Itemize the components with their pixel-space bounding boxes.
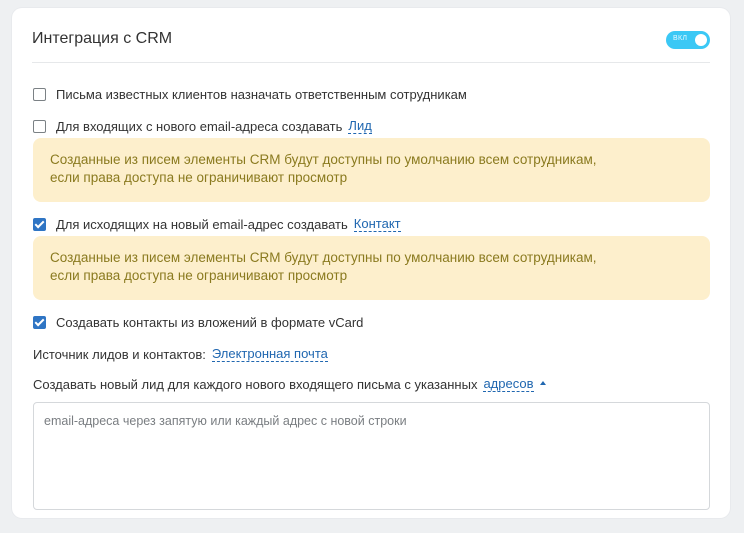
option-outgoing-create[interactable]: Для исходящих на новый email-адрес созда… — [33, 216, 401, 232]
source-value-link[interactable]: Электронная почта — [211, 346, 328, 362]
option-vcard-contacts[interactable]: Создавать контакты из вложений в формате… — [33, 315, 363, 330]
outgoing-entity-link[interactable]: Контакт — [353, 216, 401, 232]
email-addresses-input[interactable] — [33, 402, 710, 510]
caret-up-icon[interactable] — [539, 381, 546, 385]
option-label: Для входящих с нового email-адреса созда… — [56, 118, 343, 134]
section-header: Интеграция с CRM ВКЛ — [32, 30, 710, 63]
option-label: Для исходящих на новый email-адрес созда… — [56, 216, 348, 232]
option-assign-responsible[interactable]: Письма известных клиентов назначать отве… — [33, 87, 467, 102]
source-label: Источник лидов и контактов: — [33, 346, 206, 362]
crm-integration-card: Интеграция с CRM ВКЛ Письма известных кл… — [12, 8, 730, 518]
notice-outgoing: Созданные из писем элементы CRM будут до… — [33, 236, 710, 300]
toggle-label: ВКЛ — [673, 35, 688, 42]
option-label: Создавать контакты из вложений в формате… — [56, 315, 364, 330]
checkbox-assign-responsible[interactable] — [33, 88, 46, 101]
notice-line-2: если права доступа не ограничивают просм… — [50, 170, 348, 185]
notice-line-2: если права доступа не ограничивают просм… — [50, 268, 348, 283]
incoming-entity-link[interactable]: Лид — [348, 118, 372, 134]
notice-line-1: Созданные из писем элементы CRM будут до… — [50, 250, 597, 265]
notice-incoming: Созданные из писем элементы CRM будут до… — [33, 138, 710, 202]
checkbox-outgoing-create[interactable] — [33, 217, 46, 231]
option-incoming-create[interactable]: Для входящих с нового email-адреса созда… — [33, 118, 372, 134]
toggle-knob — [695, 34, 707, 46]
source-row: Источник лидов и контактов: Электронная … — [33, 346, 328, 362]
checkbox-incoming-create[interactable] — [33, 119, 46, 133]
new-lead-row: Создавать новый лид для каждого нового в… — [33, 376, 546, 392]
notice-line-1: Созданные из писем элементы CRM будут до… — [50, 152, 597, 167]
new-lead-label: Создавать новый лид для каждого нового в… — [33, 376, 478, 392]
addresses-link[interactable]: адресов — [483, 376, 534, 392]
section-title: Интеграция с CRM — [32, 30, 173, 47]
option-label: Письма известных клиентов назначать отве… — [56, 87, 467, 102]
checkbox-vcard-contacts[interactable] — [33, 316, 46, 329]
crm-integration-toggle[interactable]: ВКЛ — [666, 31, 710, 49]
